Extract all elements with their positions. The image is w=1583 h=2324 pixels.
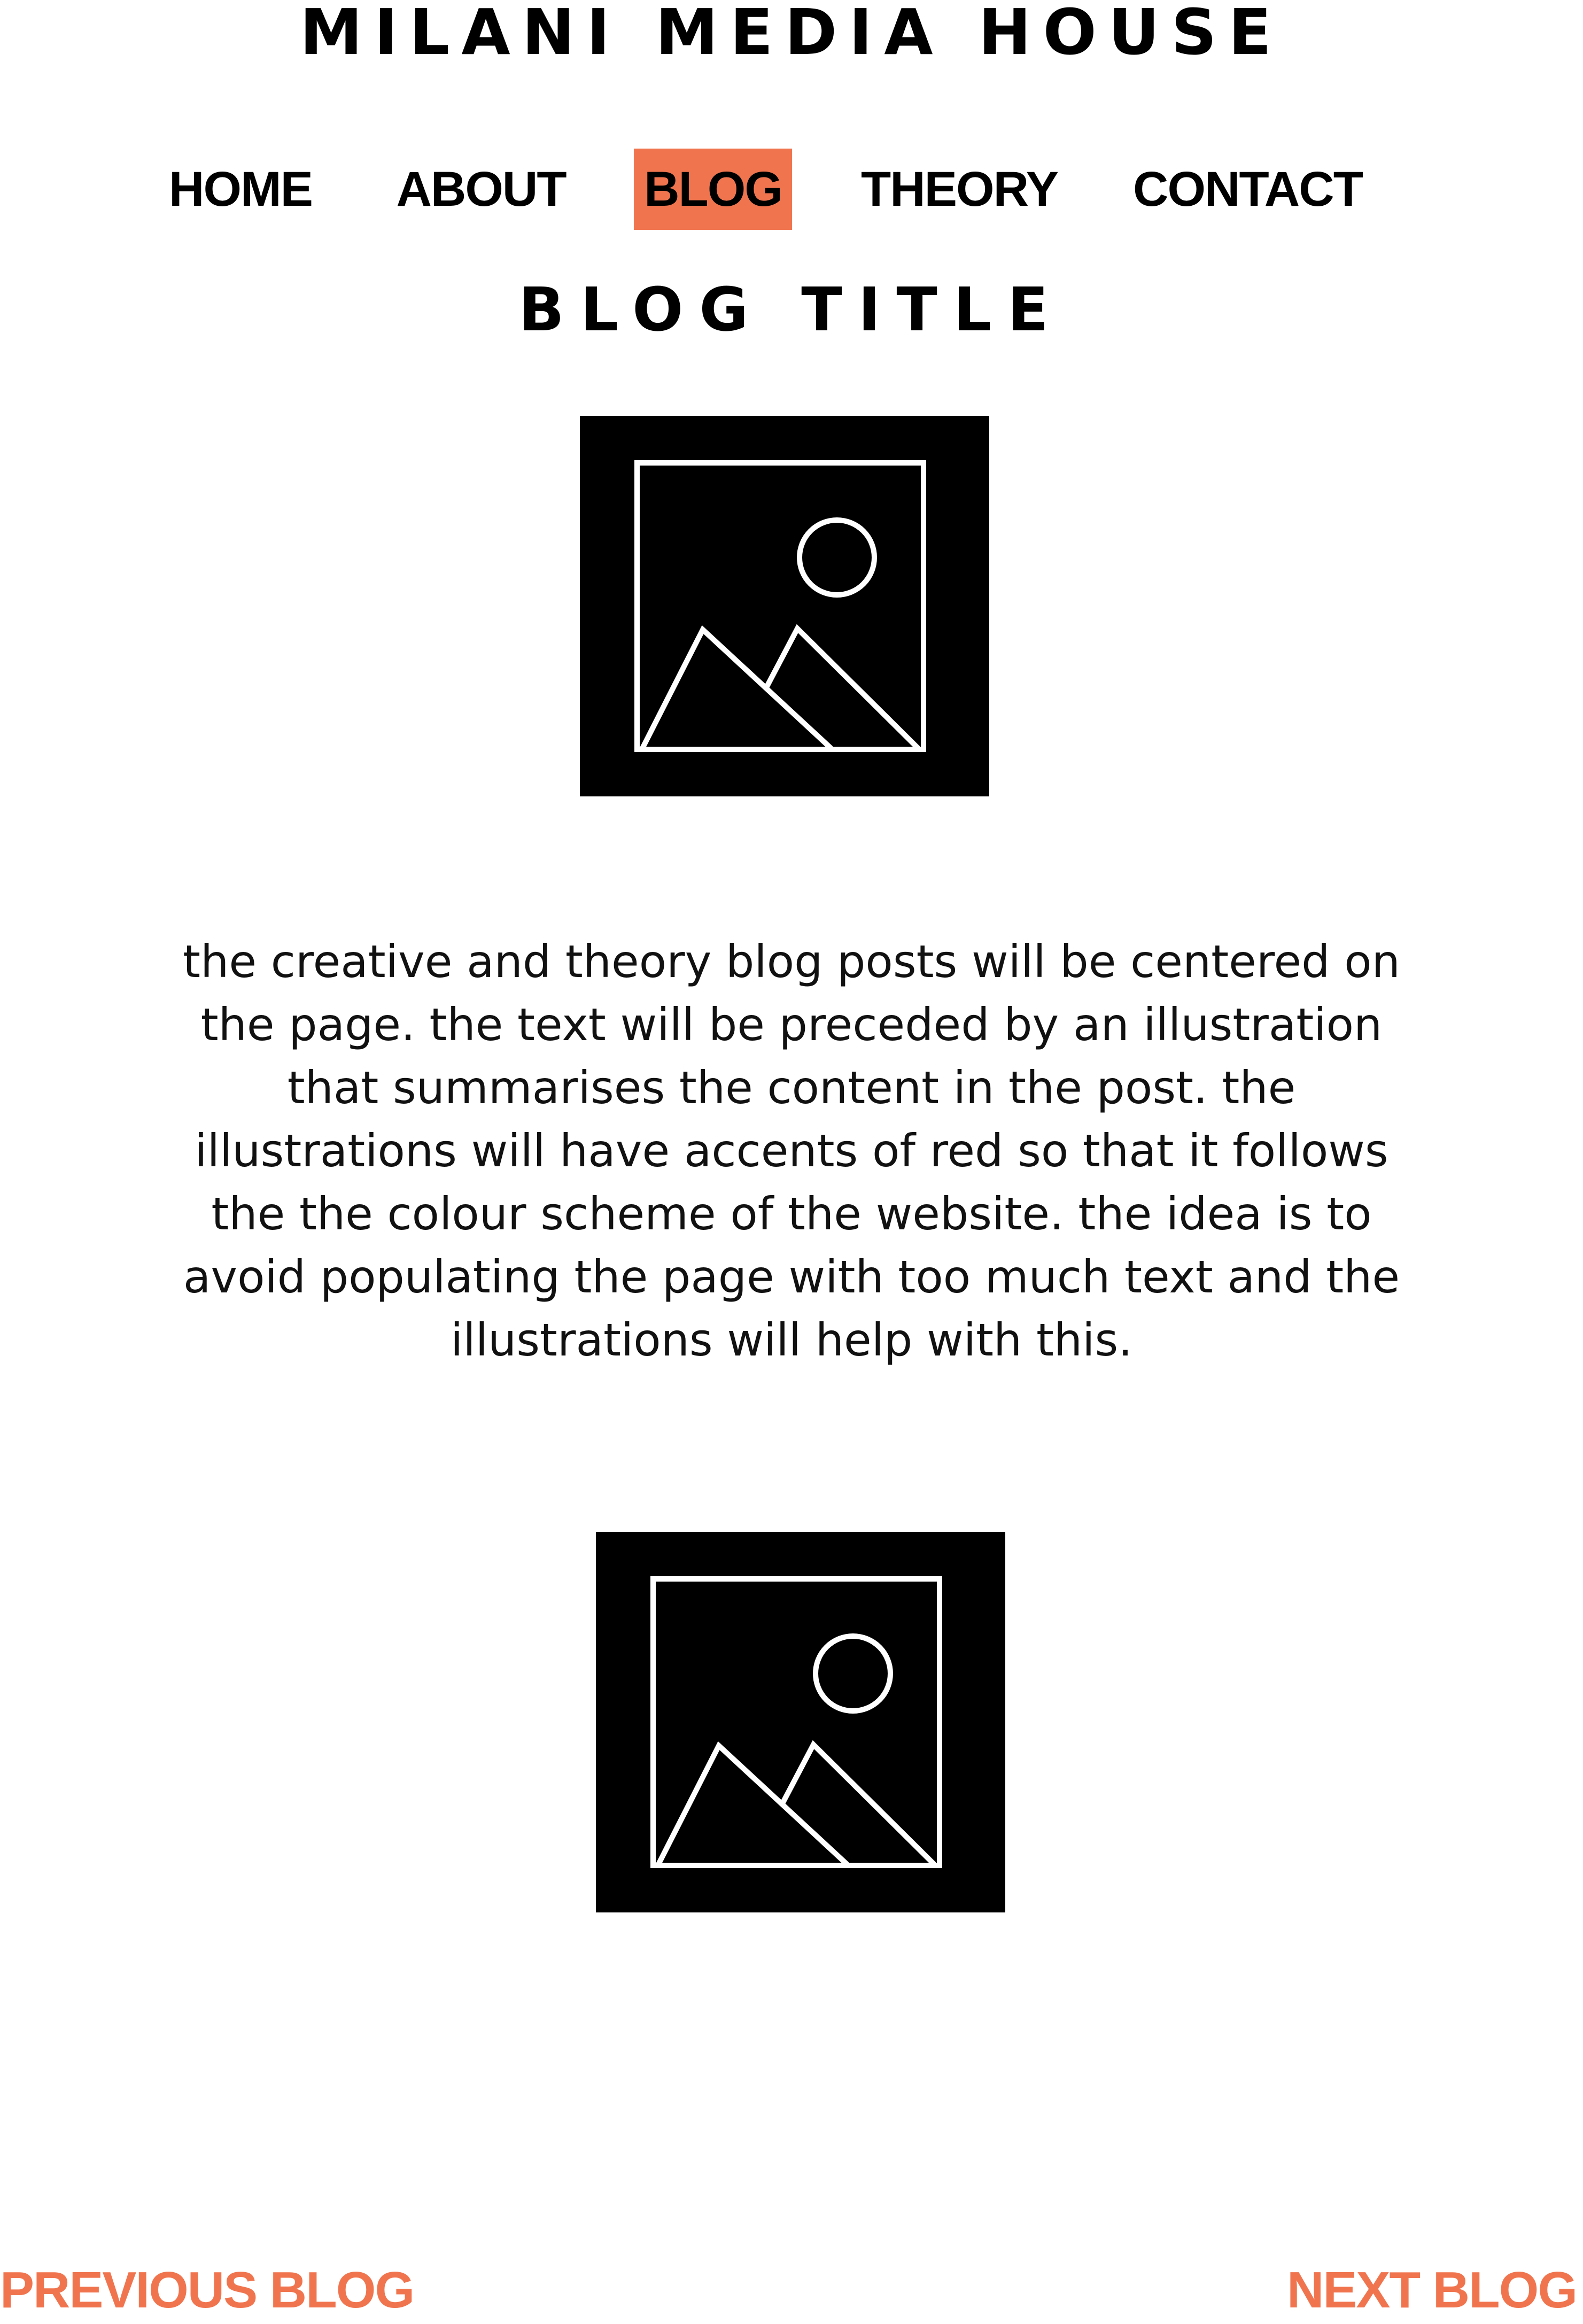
site-title: MILANI MEDIA HOUSE xyxy=(299,0,1284,69)
blog-body-text: the creative and theory blog posts will … xyxy=(183,935,1400,1366)
main-nav: HOME ABOUT BLOG THEORY CONTACT xyxy=(0,149,1583,230)
nav-item-home[interactable]: HOME xyxy=(160,149,321,230)
blog-title: BLOG TITLE xyxy=(518,275,1065,345)
nav-item-blog[interactable]: BLOG xyxy=(634,149,792,230)
blog-illustration-bottom xyxy=(596,1532,1005,1912)
nav-item-contact[interactable]: CONTACT xyxy=(1133,149,1363,230)
image-placeholder-icon xyxy=(650,1576,942,1868)
nav-item-theory[interactable]: THEORY xyxy=(860,149,1059,230)
nav-item-about[interactable]: ABOUT xyxy=(390,149,572,230)
next-blog-link[interactable]: NEXT BLOG xyxy=(1287,2257,1578,2324)
image-placeholder-icon xyxy=(634,460,926,752)
previous-blog-link[interactable]: PREVIOUS BLOG xyxy=(0,2257,415,2324)
blog-illustration-top xyxy=(580,416,989,796)
